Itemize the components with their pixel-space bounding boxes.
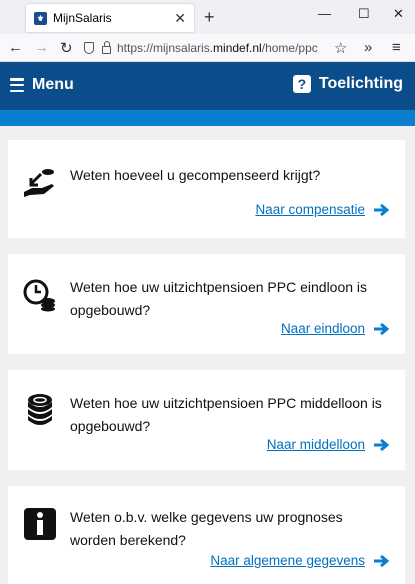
link-naar-algemene-gegevens[interactable]: Naar algemene gegevens	[210, 553, 389, 568]
url-prefix: https://mijnsalaris.	[117, 41, 214, 55]
card-compensatie: Weten hoeveel u gecompenseerd krijgt? Na…	[8, 140, 405, 238]
card-algemene-gegevens: Weten o.b.v. welke gegevens uw prognoses…	[8, 486, 405, 584]
link-label: Naar middelloon	[266, 437, 365, 452]
new-tab-icon[interactable]: +	[204, 7, 215, 28]
header-accent-strip	[0, 110, 415, 126]
card-text: Weten hoe uw uitzichtpensioen PPC middel…	[70, 395, 382, 434]
menu-button[interactable]: Menu	[10, 76, 74, 94]
link-label: Naar algemene gegevens	[210, 553, 365, 568]
lock-icon[interactable]	[102, 41, 111, 54]
overflow-chevron-icon[interactable]: »	[364, 39, 372, 56]
address-bar[interactable]: https://mijnsalaris. mindef.nl/home/ppc	[84, 37, 354, 59]
link-naar-compensatie[interactable]: Naar compensatie	[255, 202, 389, 217]
shield-icon[interactable]	[84, 42, 94, 54]
url-path: /home/ppc	[261, 41, 318, 55]
arrow-right-icon	[374, 554, 389, 567]
hamburger-icon	[10, 78, 24, 92]
url-host: mindef.nl	[213, 41, 262, 55]
help-label: Toelichting	[318, 75, 403, 92]
coin-stack-icon	[28, 394, 52, 425]
card-middelloon: Weten hoe uw uitzichtpensioen PPC middel…	[8, 370, 405, 470]
tab-title: MijnSalaris	[53, 11, 112, 25]
minimize-icon[interactable]: —	[318, 6, 331, 21]
hand-coin-icon	[24, 169, 54, 197]
card-text: Weten o.b.v. welke gegevens uw prognoses…	[70, 509, 343, 548]
window-close-icon[interactable]: ✕	[393, 6, 404, 22]
link-label: Naar eindloon	[280, 321, 365, 336]
bookmark-star-icon[interactable]: ☆	[334, 39, 347, 57]
browser-navbar: ← → ↻ https://mijnsalaris. mindef.nl/home…	[0, 34, 415, 62]
back-icon[interactable]: ←	[8, 39, 23, 56]
browser-tabbar: ⚜ MijnSalaris ✕ + — ☐ ✕	[0, 0, 415, 34]
link-naar-eindloon[interactable]: Naar eindloon	[281, 321, 389, 336]
arrow-right-icon	[374, 203, 389, 216]
forward-icon[interactable]: →	[34, 39, 49, 56]
browser-tab[interactable]: ⚜ MijnSalaris ✕	[26, 4, 194, 32]
card-text: Weten hoeveel u gecompenseerd krijgt?	[70, 167, 321, 183]
question-icon: ?	[292, 75, 311, 93]
app-menu-icon[interactable]: ≡	[392, 39, 401, 56]
info-icon	[24, 508, 56, 540]
link-naar-middelloon[interactable]: Naar middelloon	[267, 437, 389, 452]
card-list: Weten hoeveel u gecompenseerd krijgt? Na…	[8, 140, 405, 584]
link-label: Naar compensatie	[255, 202, 365, 217]
menu-label: Menu	[32, 76, 74, 93]
site-header: Menu ? Toelichting	[0, 62, 415, 110]
help-button[interactable]: ? Toelichting	[292, 75, 403, 93]
clock-coins-icon	[23, 279, 55, 312]
close-tab-icon[interactable]: ✕	[174, 10, 186, 27]
site-favicon-icon: ⚜	[34, 11, 47, 25]
arrow-right-icon	[374, 438, 389, 451]
card-text: Weten hoe uw uitzichtpensioen PPC eindlo…	[70, 279, 368, 318]
card-eindloon: Weten hoe uw uitzichtpensioen PPC eindlo…	[8, 254, 405, 354]
reload-icon[interactable]: ↻	[60, 39, 73, 57]
maximize-icon[interactable]: ☐	[358, 6, 370, 22]
arrow-right-icon	[374, 322, 389, 335]
